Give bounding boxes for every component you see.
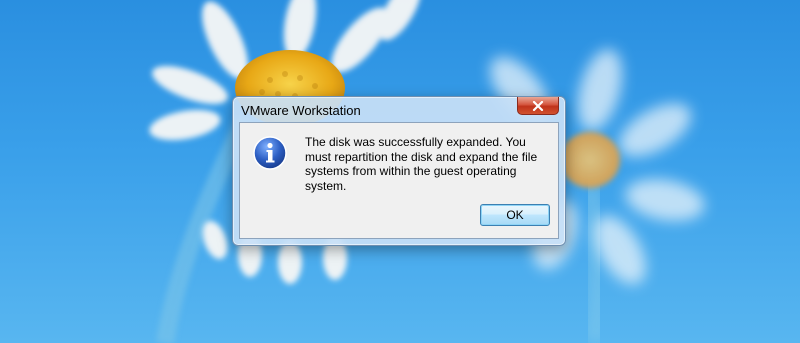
close-button[interactable] — [517, 97, 559, 115]
dialog-content: The disk was successfully expanded. You … — [239, 122, 559, 239]
ok-button[interactable]: OK — [480, 204, 550, 226]
info-icon — [253, 136, 287, 170]
dialog-title: VMware Workstation — [241, 103, 361, 118]
dialog-message: The disk was successfully expanded. You … — [305, 135, 538, 193]
message-dialog: VMware Workstation The disk was successf… — [232, 96, 566, 246]
dialog-titlebar[interactable]: VMware Workstation — [233, 97, 565, 123]
close-icon — [532, 100, 544, 111]
